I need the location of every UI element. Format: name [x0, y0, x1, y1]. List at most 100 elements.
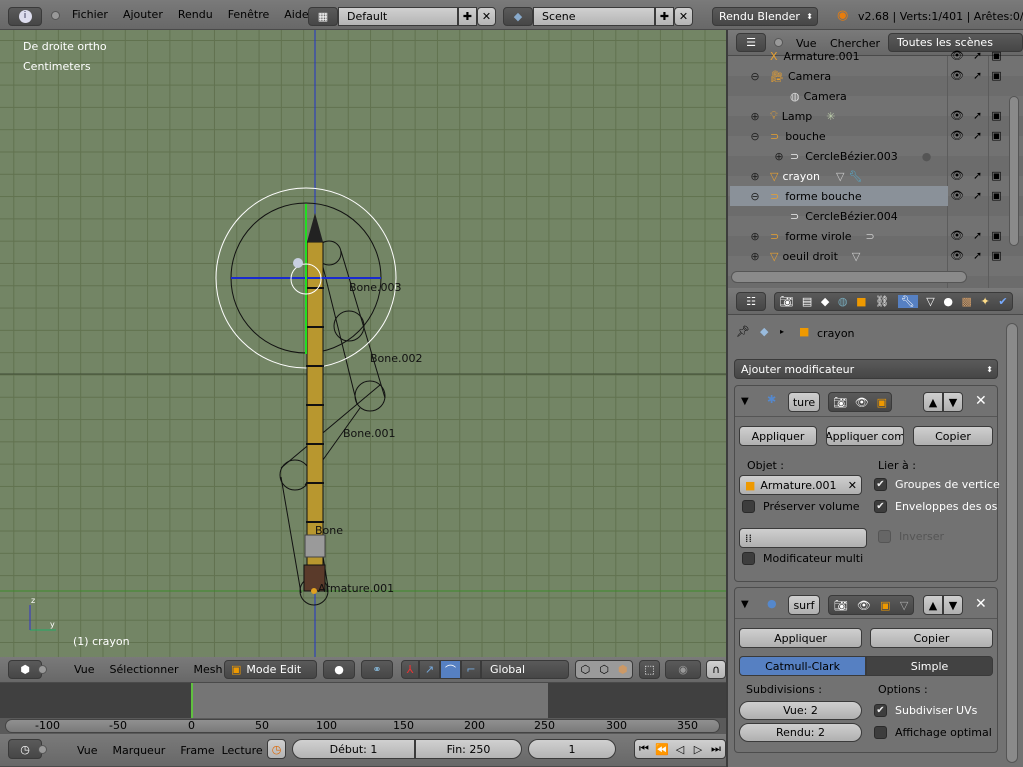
collapse-icon[interactable]: ⊖ — [750, 70, 760, 83]
eye-icon[interactable]: 👁︎ — [950, 246, 964, 266]
select-mode-group[interactable]: ⬡ ⬡ ⬢ — [575, 660, 633, 679]
render-icon[interactable]: ▣ — [991, 246, 1001, 266]
armature-object-field[interactable]: ■ Armature.001 ✕ — [739, 475, 862, 495]
modifier-name-field[interactable]: surf — [788, 595, 820, 615]
vertex-select-icon[interactable]: ⬡ — [576, 663, 595, 676]
render-layers-tab-icon[interactable]: ▤ — [802, 295, 812, 308]
context-tabs[interactable]: 📷︎ ▤ ◆ ◍ ■ ⛓︎ 🔧︎ ▽ ● ▩ ✦ ✔ — [774, 292, 1013, 311]
remove-scene-button[interactable]: ✕ — [674, 7, 693, 26]
collapse-icon[interactable]: ⊖ — [750, 190, 760, 203]
occlude-geometry-toggle[interactable]: ⬚ — [639, 660, 660, 679]
pin-icon[interactable]: 📌︎ — [736, 325, 750, 338]
apply-button[interactable]: Appliquer — [739, 426, 817, 446]
vertex-group-field[interactable]: ⁞⁞ — [739, 528, 867, 548]
3d-viewport[interactable]: De droite ortho Centimeters (1) crayon B… — [0, 30, 726, 657]
bone-envelopes-checkbox[interactable]: ✔ Enveloppes des os — [874, 500, 997, 513]
cage-toggle-icon[interactable]: ▽ — [900, 599, 908, 612]
collapse-triangle-icon[interactable]: ▼ — [741, 599, 749, 610]
menu-vue[interactable]: Vue — [77, 744, 98, 757]
render-icon[interactable]: ▣ — [991, 46, 1001, 66]
render-icon[interactable]: ▣ — [991, 226, 1001, 246]
cursor-icon[interactable]: ➚ — [973, 46, 982, 66]
menu-mesh[interactable]: Mesh — [194, 663, 223, 676]
clear-icon[interactable]: ✕ — [848, 479, 857, 492]
mode-select[interactable]: ▣ Mode Edit — [224, 660, 317, 679]
scene-select[interactable]: Scene — [533, 7, 655, 26]
render-icon[interactable]: ▣ — [991, 106, 1001, 126]
add-scene-button[interactable]: ✚ — [655, 7, 674, 26]
render-tab-icon[interactable]: 📷︎ — [779, 295, 793, 308]
menu-fenetre[interactable]: Fenêtre — [228, 8, 270, 21]
view-levels-field[interactable]: Vue: 2 — [739, 701, 862, 720]
expand-icon[interactable]: ⊕ — [774, 150, 784, 163]
menu-fichier[interactable]: Fichier — [72, 8, 108, 21]
render-toggle-icon[interactable]: 📷︎ — [834, 599, 848, 612]
jump-start-icon[interactable]: ⏮ — [635, 742, 653, 756]
menu-vue[interactable]: Vue — [74, 663, 95, 676]
expand-icon[interactable]: ⊕ — [750, 250, 760, 263]
outliner-hscrollbar[interactable] — [731, 271, 967, 283]
properties-scrollbar[interactable] — [1006, 323, 1018, 763]
next-keyframe-icon[interactable]: ⏭ — [707, 742, 725, 756]
collapse-icon[interactable] — [38, 745, 47, 754]
move-up-button[interactable]: ▲ — [923, 392, 943, 412]
eye-icon[interactable]: 👁︎ — [950, 66, 964, 86]
layout-select[interactable]: Default — [338, 7, 458, 26]
render-toggle-icon[interactable]: 📷︎ — [833, 396, 847, 409]
eye-icon[interactable]: 👁︎ — [950, 106, 964, 126]
catmull-clark-option[interactable]: Catmull-Clark — [739, 656, 866, 676]
render-engine-select[interactable]: Rendu Blender ⬍ — [712, 7, 818, 26]
editor-type-properties[interactable]: ☷ — [736, 292, 766, 311]
current-frame-field[interactable]: 1 — [528, 739, 616, 759]
physics-tab-icon[interactable]: ✔ — [998, 295, 1007, 308]
expand-icon[interactable]: ⊕ — [750, 110, 760, 123]
end-frame-field[interactable]: Fin: 250 — [415, 739, 522, 759]
simple-option[interactable]: Simple — [866, 656, 993, 676]
collapse-triangle-icon[interactable]: ▼ — [741, 396, 749, 407]
subdivide-uvs-checkbox[interactable]: ✔ Subdiviser UVs — [874, 704, 977, 717]
proportional-edit-select[interactable]: ◉ — [665, 660, 701, 679]
preview-range-toggle[interactable]: ◷ — [267, 739, 286, 759]
eye-icon[interactable]: 👁︎ — [950, 166, 964, 186]
scale-manipulator[interactable]: ⌐ — [461, 660, 481, 679]
texture-tab-icon[interactable]: ▩ — [962, 295, 972, 308]
play-icon[interactable]: ▷ — [689, 743, 707, 756]
render-icon[interactable]: ▣ — [991, 166, 1001, 186]
menu-lecture[interactable]: Lecture — [222, 744, 263, 757]
cursor-icon[interactable]: ➚ — [973, 126, 982, 146]
current-frame-marker[interactable] — [191, 683, 193, 718]
cursor-icon[interactable]: ➚ — [973, 106, 982, 126]
modifier-name-field[interactable]: ture — [788, 392, 820, 412]
apply-button[interactable]: Appliquer — [739, 628, 862, 648]
menu-marqueur[interactable]: Marqueur — [113, 744, 166, 757]
pivot-select[interactable]: ⚭ — [361, 660, 393, 679]
play-reverse-icon[interactable]: ◁ — [671, 743, 689, 756]
cursor-icon[interactable]: ➚ — [973, 66, 982, 86]
timeline-area[interactable] — [0, 683, 726, 718]
shading-select[interactable]: ● — [323, 660, 355, 679]
copy-button[interactable]: Copier — [870, 628, 993, 648]
menu-ajouter[interactable]: Ajouter — [123, 8, 163, 21]
scene-tab-icon[interactable]: ◆ — [821, 295, 829, 308]
move-up-button[interactable]: ▲ — [923, 595, 943, 615]
preserve-volume-checkbox[interactable]: Préserver volume — [742, 500, 860, 513]
collapse-icon[interactable] — [38, 665, 47, 674]
move-down-button[interactable]: ▼ — [943, 595, 963, 615]
start-frame-field[interactable]: Début: 1 — [292, 739, 415, 759]
render-levels-field[interactable]: Rendu: 2 — [739, 723, 862, 742]
vertex-groups-checkbox[interactable]: ✔ Groupes de vertice — [874, 478, 1000, 491]
layout-type-button[interactable]: ▦ — [308, 7, 338, 26]
eye-icon[interactable]: 👁︎ — [950, 126, 964, 146]
prev-keyframe-icon[interactable]: ⏪ — [653, 743, 671, 756]
menu-rendu[interactable]: Rendu — [178, 8, 213, 21]
expand-icon[interactable]: ⊕ — [750, 230, 760, 243]
scene-type-button[interactable]: ◆ — [503, 7, 533, 26]
menu-selectionner[interactable]: Sélectionner — [110, 663, 179, 676]
render-icon[interactable]: ▣ — [991, 186, 1001, 206]
manipulator-toggle[interactable]: ⅄ — [401, 660, 419, 679]
remove-layout-button[interactable]: ✕ — [477, 7, 496, 26]
eye-icon[interactable]: 👁︎ — [950, 46, 964, 66]
remove-modifier-icon[interactable]: ✕ — [975, 596, 987, 612]
apply-as-shape-button[interactable]: Appliquer com — [826, 426, 904, 446]
orientation-select[interactable]: Global — [481, 660, 569, 679]
